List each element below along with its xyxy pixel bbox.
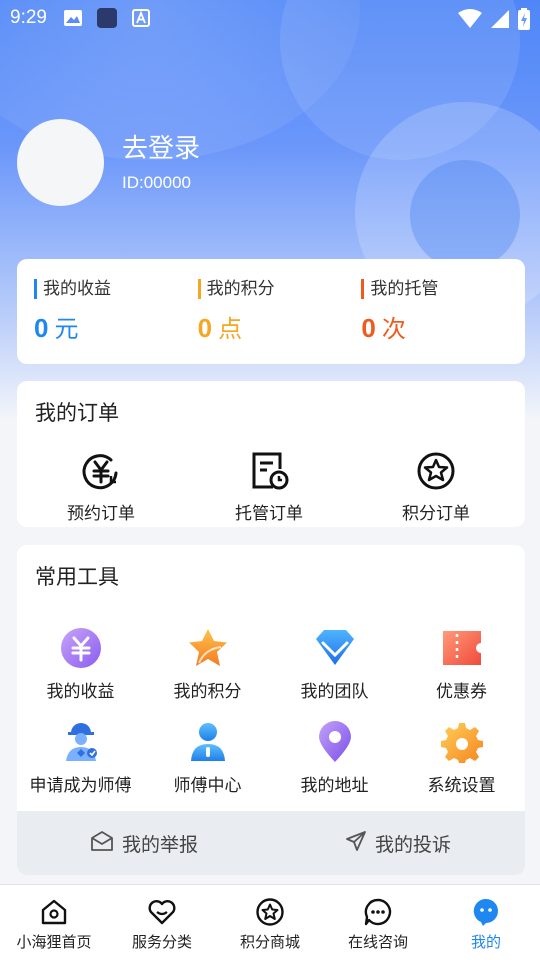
- tool-settings[interactable]: 系统设置: [398, 721, 525, 796]
- stat-earnings-value: 0: [34, 313, 49, 343]
- wifi-icon: [458, 9, 482, 33]
- tool-worker-center-label: 师傅中心: [173, 776, 242, 796]
- image-notification-icon: [63, 8, 83, 28]
- tab-home[interactable]: 小海狸首页: [0, 885, 108, 960]
- send-icon: [345, 830, 367, 857]
- worker-icon: [60, 721, 102, 763]
- stat-points-unit: 点: [218, 315, 243, 343]
- tool-settings-label: 系统设置: [427, 776, 496, 796]
- report-button[interactable]: 我的举报: [17, 811, 271, 875]
- avatar[interactable]: [17, 119, 104, 206]
- order-appointment[interactable]: 预约订单: [41, 451, 161, 524]
- tool-points[interactable]: 我的积分: [144, 627, 271, 702]
- status-time: 9:29: [10, 7, 47, 28]
- tool-coupon-label: 优惠券: [436, 682, 487, 702]
- gear-icon: [440, 721, 483, 763]
- coupon-icon: [441, 627, 483, 669]
- order-custody-label: 托管订单: [235, 504, 303, 524]
- stat-points-label: 我的积分: [197, 279, 362, 299]
- chat-icon: [363, 897, 393, 927]
- tab-mine-label: 我的: [470, 933, 501, 951]
- tab-services[interactable]: 服务分类: [108, 885, 216, 960]
- stat-custody-unit: 次: [381, 315, 406, 343]
- user-icon: [187, 721, 229, 763]
- heart-icon: [147, 897, 177, 927]
- document-clock-icon: [249, 451, 289, 491]
- stat-earnings-unit: 元: [54, 315, 79, 343]
- stat-earnings[interactable]: 我的收益 0元: [34, 279, 198, 364]
- star-circle-icon: [255, 897, 285, 927]
- order-custody[interactable]: 托管订单: [209, 451, 329, 524]
- tool-earnings-label: 我的收益: [46, 682, 115, 702]
- font-notification-icon: [131, 8, 151, 28]
- tool-earnings[interactable]: 我的收益: [17, 627, 144, 702]
- app-notification-icon: [96, 8, 117, 28]
- tab-mall-label: 积分商城: [239, 933, 300, 951]
- stat-custody-value: 0: [361, 313, 376, 343]
- yen-coin-icon: [60, 627, 102, 669]
- complaint-label: 我的投诉: [374, 833, 451, 856]
- complaint-button[interactable]: 我的投诉: [271, 811, 525, 875]
- tool-team-label: 我的团队: [300, 682, 369, 702]
- tool-coupon[interactable]: 优惠券: [398, 627, 525, 702]
- order-appointment-label: 预约订单: [67, 504, 135, 524]
- orders-title: 我的订单: [35, 401, 119, 425]
- tab-mine[interactable]: 我的: [432, 885, 540, 960]
- tool-points-label: 我的积分: [173, 682, 242, 702]
- star-icon: [187, 627, 229, 669]
- order-points-label: 积分订单: [402, 504, 470, 524]
- diamond-icon: [314, 627, 356, 669]
- tools-card: 常用工具 我的收益 我的积分 我的团队 优惠券 申请成为师傅 师傅中心 我的地址…: [17, 545, 525, 875]
- stat-custody[interactable]: 我的托管 0次: [361, 279, 525, 364]
- star-circle-icon: [416, 451, 456, 491]
- envelope-icon: [90, 830, 114, 857]
- home-icon: [39, 897, 69, 927]
- signal-icon: [490, 9, 510, 33]
- stats-card: 我的收益 0元 我的积分 0点 我的托管 0次: [17, 259, 525, 364]
- status-bar: 9:29: [0, 0, 540, 36]
- stat-points-value: 0: [197, 313, 213, 343]
- report-label: 我的举报: [121, 833, 198, 856]
- order-points[interactable]: 积分订单: [376, 451, 496, 524]
- stat-points[interactable]: 我的积分 0点: [197, 279, 362, 364]
- tab-consult-label: 在线咨询: [347, 933, 408, 951]
- tab-consult[interactable]: 在线咨询: [324, 885, 432, 960]
- tools-title: 常用工具: [35, 565, 119, 589]
- stat-earnings-label: 我的收益: [34, 279, 198, 299]
- yen-clock-icon: [81, 451, 121, 491]
- tab-services-label: 服务分类: [131, 933, 192, 951]
- login-link[interactable]: 去登录: [122, 128, 200, 165]
- tool-address[interactable]: 我的地址: [271, 721, 398, 796]
- report-bar: 我的举报 我的投诉: [17, 811, 525, 875]
- tab-bar: 小海狸首页 服务分类 积分商城 在线咨询 我的: [0, 884, 540, 960]
- profile-icon: [471, 897, 501, 927]
- tool-apply-worker-label: 申请成为师傅: [29, 776, 132, 796]
- tab-mall[interactable]: 积分商城: [216, 885, 324, 960]
- battery-icon: [518, 8, 530, 34]
- user-id: ID:00000: [122, 173, 191, 192]
- tool-team[interactable]: 我的团队: [271, 627, 398, 702]
- tool-address-label: 我的地址: [300, 776, 369, 796]
- location-pin-icon: [314, 721, 356, 763]
- stat-custody-label: 我的托管: [361, 279, 525, 299]
- orders-card: 我的订单 预约订单 托管订单 积分订单: [17, 381, 525, 527]
- tab-home-label: 小海狸首页: [16, 933, 92, 951]
- tool-apply-worker[interactable]: 申请成为师傅: [17, 721, 144, 796]
- tool-worker-center[interactable]: 师傅中心: [144, 721, 271, 796]
